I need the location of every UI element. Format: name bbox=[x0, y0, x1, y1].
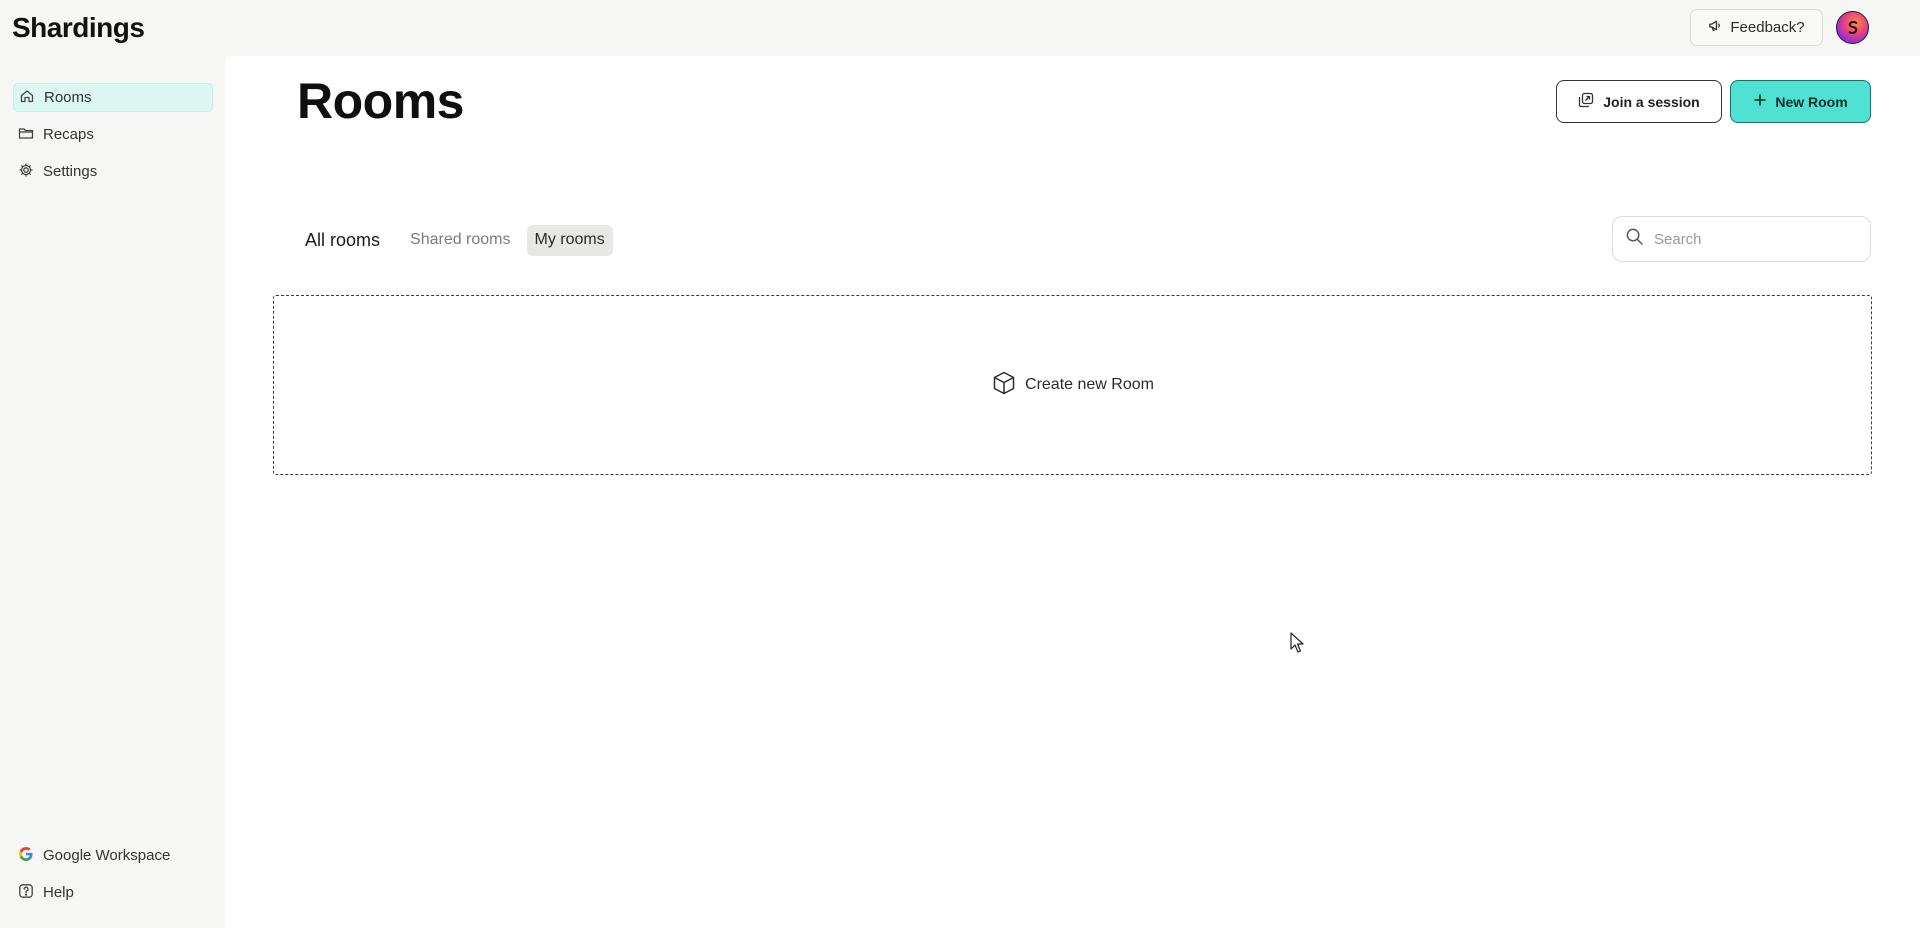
tab-shared-rooms[interactable]: Shared rooms bbox=[402, 225, 519, 256]
sidebar-item-label: Recaps bbox=[43, 126, 94, 143]
sidebar-item-label: Google Workspace bbox=[43, 847, 171, 864]
create-room-label: Create new Room bbox=[1025, 376, 1154, 393]
sidebar-item-google-workspace[interactable]: Google Workspace bbox=[13, 841, 213, 870]
mouse-cursor-icon bbox=[1290, 632, 1304, 653]
tab-my-rooms[interactable]: My rooms bbox=[526, 224, 613, 256]
sidebar-item-label: Help bbox=[43, 884, 74, 901]
app-window: Shardings Feedback? Rooms Recaps Setting… bbox=[0, 0, 1920, 928]
create-room-dropzone[interactable]: Create new Room bbox=[273, 295, 1872, 475]
gear-icon bbox=[18, 162, 34, 182]
sidebar-item-label: Settings bbox=[43, 163, 98, 180]
page-title: Rooms bbox=[297, 73, 464, 129]
avatar-logo-icon bbox=[1848, 20, 1857, 34]
help-icon bbox=[18, 883, 34, 903]
join-session-label: Join a session bbox=[1603, 93, 1700, 110]
room-filter-tabs: All rooms Shared rooms My rooms bbox=[297, 224, 613, 256]
sidebar-item-help[interactable]: Help bbox=[13, 878, 213, 907]
search-box bbox=[1612, 216, 1871, 262]
search-input[interactable] bbox=[1654, 230, 1844, 248]
megaphone-icon bbox=[1708, 18, 1723, 37]
sidebar-item-label: Rooms bbox=[44, 89, 92, 106]
feedback-button[interactable]: Feedback? bbox=[1690, 9, 1823, 46]
tab-all-rooms[interactable]: All rooms bbox=[297, 225, 394, 256]
main-content: Rooms Join a session New Room All rooms bbox=[225, 56, 1920, 928]
new-room-button[interactable]: New Room bbox=[1730, 80, 1871, 123]
sidebar: Rooms Recaps Settings Google Workspace H… bbox=[0, 56, 225, 928]
folder-icon bbox=[18, 125, 34, 145]
sidebar-item-recaps[interactable]: Recaps bbox=[13, 120, 213, 149]
search-icon bbox=[1625, 227, 1644, 251]
new-room-label: New Room bbox=[1775, 93, 1848, 110]
user-avatar[interactable] bbox=[1836, 11, 1869, 44]
sidebar-item-rooms[interactable]: Rooms bbox=[13, 83, 213, 112]
join-session-button[interactable]: Join a session bbox=[1556, 80, 1722, 123]
sidebar-item-settings[interactable]: Settings bbox=[13, 157, 213, 186]
brand-logo[interactable]: Shardings bbox=[12, 12, 145, 44]
feedback-label: Feedback? bbox=[1730, 19, 1805, 36]
create-room-content: Create new Room bbox=[991, 370, 1154, 401]
join-session-icon bbox=[1578, 92, 1594, 111]
google-icon bbox=[18, 846, 34, 866]
plus-icon bbox=[1753, 93, 1767, 110]
home-icon bbox=[19, 88, 35, 108]
cube-icon bbox=[991, 370, 1017, 401]
top-bar: Shardings Feedback? bbox=[0, 0, 1920, 56]
